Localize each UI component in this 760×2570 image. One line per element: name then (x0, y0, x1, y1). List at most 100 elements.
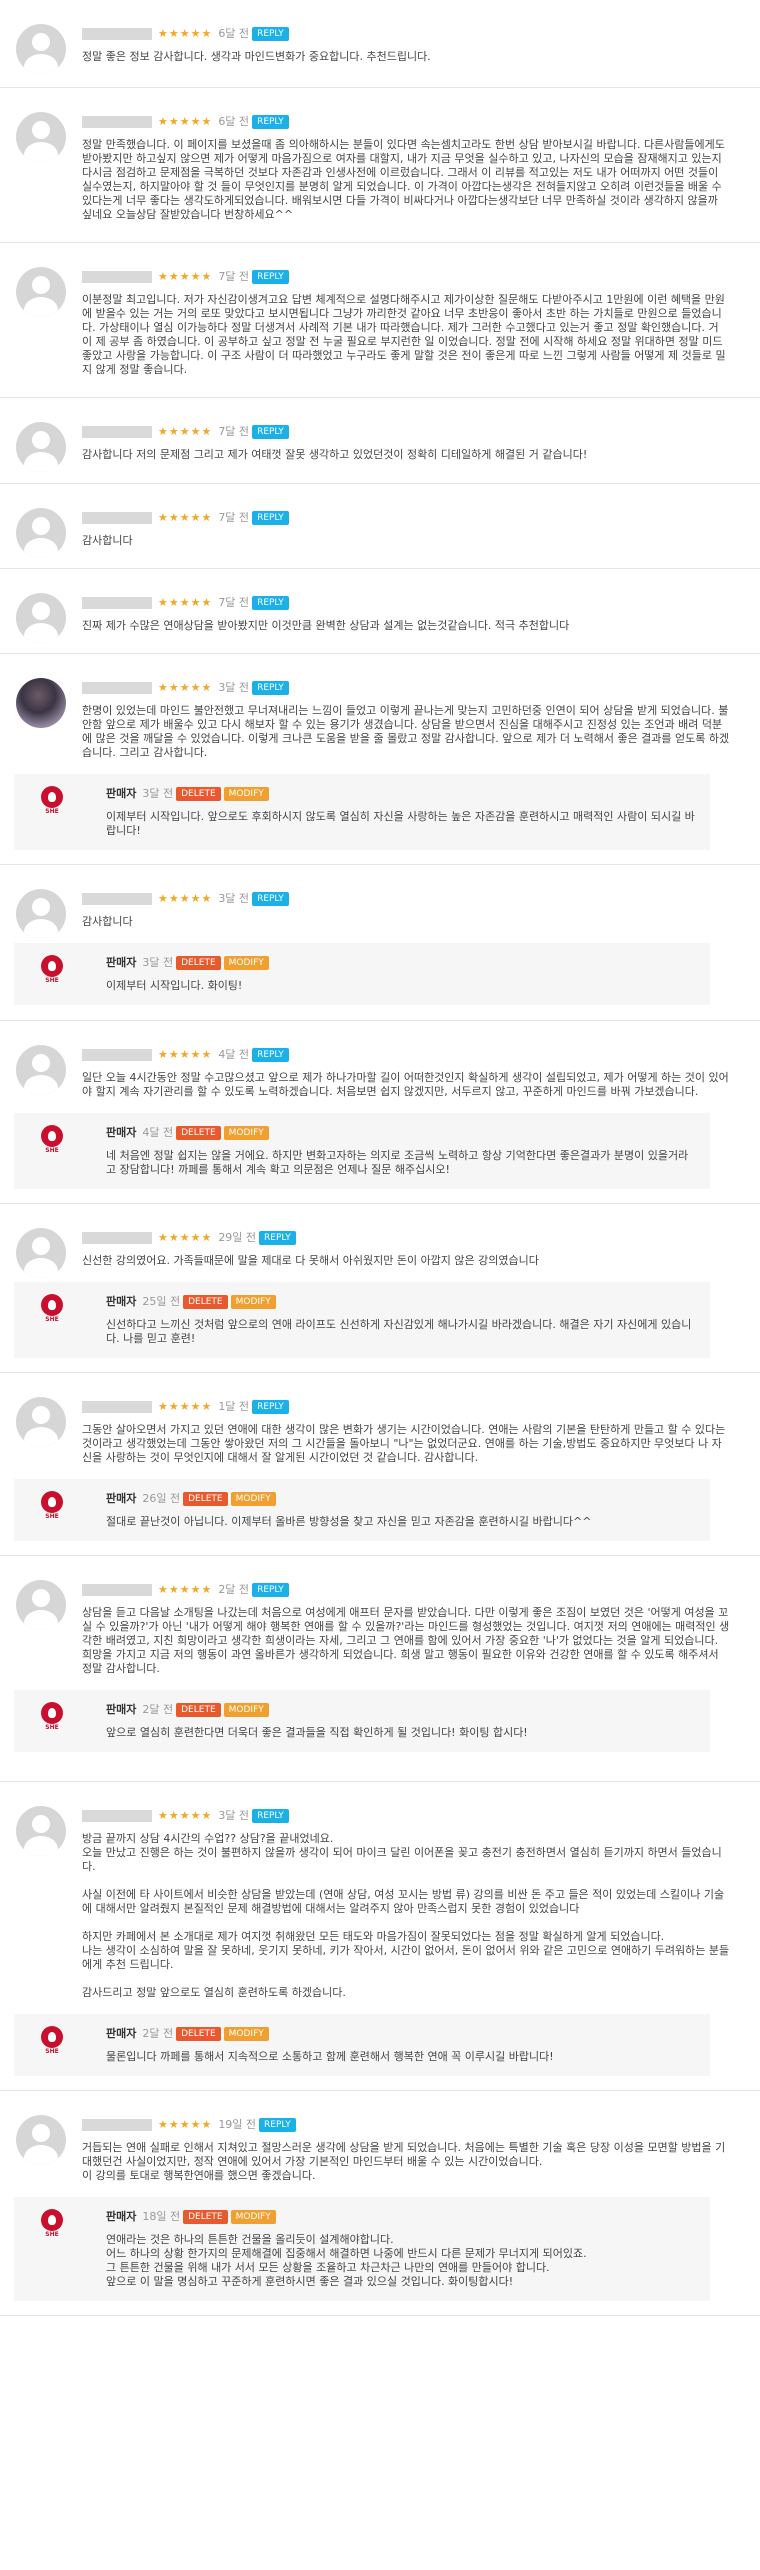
reply-text: 연애라는 것은 하나의 튼튼한 건물을 올리듯이 설계해야합니다. 어느 하나의… (106, 2233, 587, 2288)
review-item: ★★★★★ 7달 전 REPLY 감사합니다 저의 문제점 그리고 제가 여태껏 잘못… (0, 398, 760, 484)
delete-button[interactable]: DELETE (176, 787, 221, 801)
review-date: 7달 전 (218, 270, 250, 283)
reply-meta: 판매자 25일 전 DELETE MODIFY (106, 1294, 696, 1310)
review-item: ★★★★★ 3달 전 REPLY 감사합니다 SHE 판매자 3달 전 DELETE MODIF… (0, 865, 760, 1021)
modify-button[interactable]: MODIFY (223, 956, 269, 970)
star-rating: ★★★★★ (158, 1583, 213, 1596)
reply-button[interactable]: REPLY (259, 1231, 296, 1245)
reply-button[interactable]: REPLY (252, 511, 289, 525)
review-text: 감사합니다 (82, 534, 133, 547)
star-rating: ★★★★★ (158, 1048, 213, 1061)
delete-button[interactable]: DELETE (183, 1492, 228, 1506)
reply-button[interactable]: REPLY (252, 425, 289, 439)
review-meta: ★★★★★ 7달 전 REPLY (82, 595, 730, 611)
star-rating: ★★★★★ (158, 425, 213, 438)
modify-button[interactable]: MODIFY (230, 1492, 276, 1506)
modify-button[interactable]: MODIFY (230, 2210, 276, 2224)
reviewer-name-blurred (82, 116, 152, 128)
review-text: 일단 오늘 4시간동안 정말 수고많으셨고 앞으로 제가 하나가마할 길이 어떠… (82, 1071, 729, 1098)
reply-button[interactable]: REPLY (252, 596, 289, 610)
review-meta: ★★★★★ 7달 전 REPLY (82, 510, 730, 526)
delete-button[interactable]: DELETE (176, 1703, 221, 1717)
delete-button[interactable]: DELETE (183, 1295, 228, 1309)
delete-button[interactable]: DELETE (183, 2210, 228, 2224)
modify-button[interactable]: MODIFY (223, 787, 269, 801)
seller-logo: SHE (40, 1125, 64, 1155)
review-item: ★★★★★ 6달 전 REPLY 정말 만족했습니다. 이 페이지를 보셨을때 좀 의… (0, 88, 760, 243)
seller-logo: SHE (40, 1491, 64, 1521)
reply-text: 앞으로 열심히 훈련한다면 더욱더 좋은 결과들을 직접 확인하게 될 것입니다… (106, 1726, 528, 1739)
review-meta: ★★★★★ 3달 전 REPLY (82, 1808, 730, 1824)
delete-button[interactable]: DELETE (176, 2027, 221, 2041)
delete-button[interactable]: DELETE (176, 956, 221, 970)
review-date: 1달 전 (218, 1400, 250, 1413)
modify-button[interactable]: MODIFY (223, 2027, 269, 2041)
star-rating: ★★★★★ (158, 1231, 213, 1244)
review-meta: ★★★★★ 3달 전 REPLY (82, 891, 730, 907)
logo-text: SHE (45, 808, 59, 815)
seller-logo: SHE (40, 2209, 64, 2239)
avatar (16, 24, 66, 74)
seller-logo: SHE (40, 786, 64, 816)
reply-button[interactable]: REPLY (252, 1583, 289, 1597)
reply-author: 판매자 (106, 787, 137, 800)
reply-button[interactable]: REPLY (252, 1809, 289, 1823)
seller-reply: SHE 판매자 26일 전 DELETE MODIFY 절대로 끝난것이 아닙니다. 이제… (14, 1479, 710, 1541)
review-text: 감사합니다 저의 문제점 그리고 제가 여태껏 잘못 생각하고 있었던것이 정확… (82, 448, 588, 461)
modify-button[interactable]: MODIFY (223, 1703, 269, 1717)
seller-reply: SHE 판매자 2달 전 DELETE MODIFY 물론입니다 까페를 통해서 지속적으… (14, 2014, 710, 2076)
review-meta: ★★★★★ 29일 전 REPLY (82, 1230, 730, 1246)
seller-reply: SHE 판매자 25일 전 DELETE MODIFY 신선하다고 느끼신 것처럼 앞으로… (14, 1282, 710, 1358)
review-date: 7달 전 (218, 425, 250, 438)
seller-logo: SHE (40, 1294, 64, 1324)
seller-logo: SHE (40, 955, 64, 985)
review-date: 29일 전 (218, 1231, 257, 1244)
review-date: 2달 전 (218, 1583, 250, 1596)
avatar (16, 889, 66, 939)
seller-reply: SHE 판매자 3달 전 DELETE MODIFY 이제부터 시작입니다. 앞으로도 후… (14, 774, 710, 850)
review-text: 진짜 제가 수많은 연애상담을 받아봤지만 이것만큼 완벽한 상담과 설계는 없… (82, 619, 570, 632)
logo-mark-icon (41, 1702, 63, 1724)
logo-text: SHE (45, 2048, 59, 2055)
reply-date: 2달 전 (142, 2027, 174, 2040)
review-date: 7달 전 (218, 596, 250, 609)
reply-text: 네 처음엔 정말 쉽지는 않을 거에요. 하지만 변화고자하는 의지로 조금씩 … (106, 1149, 689, 1176)
reply-button[interactable]: REPLY (252, 892, 289, 906)
logo-text: SHE (45, 1513, 59, 1520)
review-text: 정말 좋은 정보 감사합니다. 생각과 마인드변화가 중요합니다. 추천드립니다… (82, 50, 431, 63)
review-date: 7달 전 (218, 511, 250, 524)
review-meta: ★★★★★ 6달 전 REPLY (82, 114, 730, 130)
reviewer-name-blurred (82, 1584, 152, 1596)
reply-button[interactable]: REPLY (252, 681, 289, 695)
reply-date: 3달 전 (142, 787, 174, 800)
reply-author: 판매자 (106, 1295, 137, 1308)
reply-button[interactable]: REPLY (252, 1400, 289, 1414)
review-meta: ★★★★★ 3달 전 REPLY (82, 680, 730, 696)
reply-button[interactable]: REPLY (252, 27, 289, 41)
review-meta: ★★★★★ 2달 전 REPLY (82, 1582, 730, 1598)
review-item: ★★★★★ 2달 전 REPLY 상담을 듣고 다음날 소개팅을 나갔는데 처음으로 … (0, 1556, 760, 1782)
reviewer-name-blurred (82, 512, 152, 524)
reply-button[interactable]: REPLY (252, 115, 289, 129)
modify-button[interactable]: MODIFY (230, 1295, 276, 1309)
logo-text: SHE (45, 1147, 59, 1154)
star-rating: ★★★★★ (158, 1400, 213, 1413)
reply-button[interactable]: REPLY (252, 270, 289, 284)
delete-button[interactable]: DELETE (176, 1126, 221, 1140)
star-rating: ★★★★★ (158, 892, 213, 905)
reply-button[interactable]: REPLY (259, 2118, 296, 2132)
star-rating: ★★★★★ (158, 596, 213, 609)
avatar (16, 1806, 66, 1856)
review-item: ★★★★★ 7달 전 REPLY 감사합니다 (0, 484, 760, 569)
review-item: ★★★★★ 7달 전 REPLY 진짜 제가 수많은 연애상담을 받아봤지만 이것만큼… (0, 569, 760, 654)
modify-button[interactable]: MODIFY (223, 1126, 269, 1140)
avatar (16, 2115, 66, 2165)
reviewer-name-blurred (82, 271, 152, 283)
review-text: 그동안 살아오면서 가지고 있던 연애에 대한 생각이 많은 변화가 생기는 시… (82, 1423, 726, 1464)
reply-button[interactable]: REPLY (252, 1048, 289, 1062)
reply-meta: 판매자 26일 전 DELETE MODIFY (106, 1491, 696, 1507)
reviewer-name-blurred (82, 426, 152, 438)
star-rating: ★★★★★ (158, 270, 213, 283)
reply-date: 25일 전 (142, 1295, 181, 1308)
logo-mark-icon (41, 786, 63, 808)
